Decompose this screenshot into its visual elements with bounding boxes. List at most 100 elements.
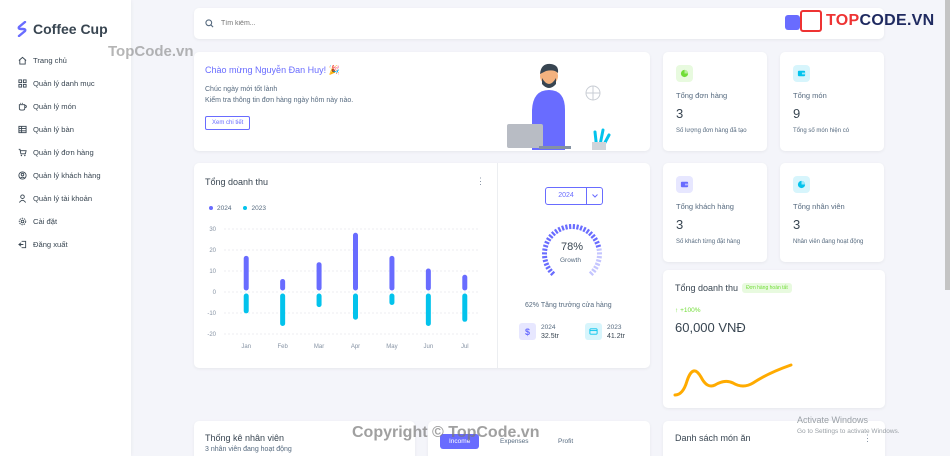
activate-windows-sub: Go to Settings to activate Windows. bbox=[797, 428, 900, 435]
sidebar-item-customers[interactable]: Quản lý khách hàng bbox=[0, 164, 131, 187]
home-icon bbox=[18, 56, 27, 65]
stat-sub: Tổng số món hiện có bbox=[793, 128, 850, 134]
x-tick-label: Jul bbox=[461, 344, 469, 350]
y-tick-label: 30 bbox=[209, 227, 216, 233]
stat-label: Tổng đơn hàng bbox=[676, 91, 728, 100]
legend-item: 2023 bbox=[243, 205, 266, 212]
dollar-icon: $ bbox=[519, 323, 536, 340]
menu-list-card: Danh sách món ăn ⋮ bbox=[663, 421, 885, 456]
chart-pie-icon bbox=[676, 65, 693, 82]
gauge-tick bbox=[542, 255, 548, 259]
gauge-tick bbox=[595, 244, 602, 248]
grid-icon bbox=[18, 79, 27, 88]
total-revenue-value: 60,000 VNĐ bbox=[675, 320, 746, 335]
x-tick-label: Jan bbox=[241, 344, 251, 350]
year-label: 2023 bbox=[607, 323, 622, 331]
gauge-tick bbox=[596, 248, 602, 252]
welcome-card: Chào mừng Nguyễn Đan Huy! 🎉 Chúc ngày mớ… bbox=[194, 52, 650, 151]
gauge-tick bbox=[596, 255, 602, 259]
page-scrollbar[interactable] bbox=[945, 0, 950, 290]
gauge-tick bbox=[564, 224, 569, 230]
facebook-icon[interactable] bbox=[785, 15, 800, 30]
chart-pie-icon bbox=[793, 176, 810, 193]
year-select[interactable]: 2024 bbox=[545, 187, 603, 205]
gear-icon bbox=[18, 217, 27, 226]
cup-icon bbox=[18, 102, 27, 111]
gauge-tick bbox=[582, 226, 587, 233]
sidebar: Coffee Cup Trang chủ Quản lý danh mục Qu… bbox=[0, 0, 131, 456]
stat-sub: Nhân viên đang hoạt động bbox=[793, 239, 864, 245]
gauge-tick bbox=[594, 262, 601, 267]
gauge-tick bbox=[557, 226, 562, 233]
gauge-tick bbox=[543, 262, 550, 267]
more-options-icon[interactable]: ⋮ bbox=[476, 176, 485, 187]
growth-percent: 78% bbox=[561, 241, 584, 253]
stat-label: Tổng nhân viên bbox=[793, 202, 845, 211]
stat-value: 9 bbox=[793, 106, 801, 121]
gauge-tick bbox=[579, 225, 583, 231]
sidebar-item-label: Đăng xuất bbox=[33, 240, 68, 249]
year-value: 41.2tr bbox=[607, 332, 625, 340]
search-input[interactable] bbox=[221, 20, 521, 27]
view-details-button[interactable]: Xem chi tiết bbox=[205, 116, 251, 130]
logout-icon bbox=[18, 240, 27, 249]
brand-logo-icon bbox=[17, 21, 27, 37]
gauge-tick bbox=[546, 237, 552, 242]
y-tick-label: -10 bbox=[207, 311, 216, 317]
sidebar-item-tables[interactable]: Quản lý bàn bbox=[0, 118, 131, 141]
sidebar-item-label: Quản lý danh mục bbox=[33, 79, 95, 88]
sidebar-item-dishes[interactable]: Quản lý món bbox=[0, 95, 131, 118]
legend-item: 2024 bbox=[209, 205, 231, 212]
gauge-tick bbox=[554, 228, 559, 235]
growth-gauge bbox=[541, 223, 603, 276]
gauge-tick bbox=[550, 231, 556, 237]
revenue-title: Tổng doanh thu bbox=[205, 177, 269, 187]
stat-value: 3 bbox=[676, 106, 684, 121]
gauge-tick bbox=[542, 248, 548, 252]
gauge-tick bbox=[590, 233, 596, 239]
stat-card-customers[interactable]: Tổng khách hàng 3 Số khách từng đặt hàng bbox=[663, 163, 767, 262]
search-icon bbox=[205, 19, 214, 28]
revenue-change: ↑ +100% bbox=[675, 307, 701, 314]
stat-sub: Số khách từng đặt hàng bbox=[676, 239, 741, 245]
year-value: 32.5tr bbox=[541, 332, 559, 340]
gauge-tick bbox=[593, 265, 599, 270]
y-tick-label: -20 bbox=[207, 332, 216, 338]
y-tick-label: 0 bbox=[213, 290, 217, 296]
sidebar-item-accounts[interactable]: Quản lý tài khoản bbox=[0, 187, 131, 210]
stat-card-staff[interactable]: Tổng nhân viên 3 Nhân viên đang hoạt độn… bbox=[780, 163, 884, 262]
x-tick-label: Mar bbox=[314, 344, 324, 350]
top-search-bar bbox=[194, 8, 884, 39]
sidebar-nav: Trang chủ Quản lý danh mục Quản lý món Q… bbox=[0, 49, 131, 256]
x-tick-label: May bbox=[386, 344, 397, 350]
user-circle-icon bbox=[18, 171, 27, 180]
watermark-site: TopCode.vn bbox=[108, 43, 194, 60]
y-tick-label: 20 bbox=[209, 248, 216, 254]
brand-name: Coffee Cup bbox=[33, 21, 108, 37]
gauge-tick bbox=[548, 233, 554, 239]
cart-icon bbox=[18, 148, 27, 157]
gauge-tick bbox=[575, 224, 580, 230]
sidebar-item-categories[interactable]: Quản lý danh mục bbox=[0, 72, 131, 95]
brand[interactable]: Coffee Cup bbox=[0, 0, 131, 44]
revenue-card: Tổng doanh thu ⋮ 2024 2023 30 20 10 0 -10 -20… bbox=[194, 163, 650, 368]
sidebar-item-label: Quản lý bàn bbox=[33, 125, 74, 134]
wallet-icon bbox=[793, 65, 810, 82]
sidebar-item-logout[interactable]: Đăng xuất bbox=[0, 233, 131, 256]
sidebar-item-settings[interactable]: Cài đặt bbox=[0, 210, 131, 233]
watermark-logo: TOPCODE.VN bbox=[800, 6, 935, 36]
sidebar-item-orders[interactable]: Quản lý đơn hàng bbox=[0, 141, 131, 164]
gauge-tick bbox=[561, 225, 565, 231]
wallet-icon bbox=[676, 176, 693, 193]
watermark-logo-icon bbox=[800, 10, 822, 32]
stat-card-orders[interactable]: Tổng đơn hàng 3 Số lượng đơn hàng đã tạo bbox=[663, 52, 767, 151]
x-tick-label: Apr bbox=[351, 344, 360, 350]
tab-profit[interactable]: Profit bbox=[558, 438, 573, 445]
card-divider bbox=[497, 163, 498, 368]
year-summary-2024: $ 2024 32.5tr bbox=[519, 323, 559, 340]
stat-card-dishes[interactable]: Tổng món 9 Tổng số món hiện có bbox=[780, 52, 884, 151]
watermark-logo-text: TOPCODE.VN bbox=[826, 12, 935, 29]
gauge-tick bbox=[591, 268, 597, 274]
chevron-down-icon bbox=[586, 188, 602, 204]
gauge-tick bbox=[545, 265, 551, 270]
